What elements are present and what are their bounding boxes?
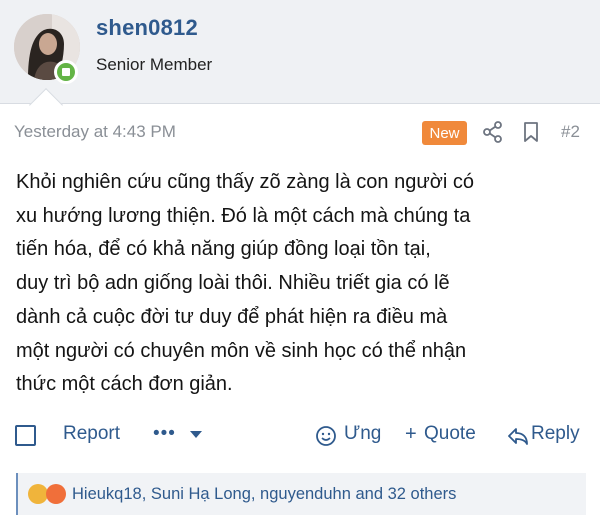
post-line: một người có chuyên môn về sinh học có t…	[16, 339, 467, 362]
post-timestamp[interactable]: Yesterday at 4:43 PM	[14, 122, 176, 142]
post-line: duy trì bộ adn giống loài thôi. Nhiều tr…	[16, 272, 450, 295]
reactions-summary[interactable]: Hieukq18, Suni Hạ Long, nguyenduhn and 3…	[72, 485, 456, 504]
post-line: xu hướng lương thiện. Đó là một cách mà …	[16, 204, 471, 227]
reaction-emoji-icon	[28, 484, 48, 504]
reply-icon[interactable]	[507, 426, 529, 451]
post-line: Khỏi nghiên cứu cũng thấy zõ zàng là con…	[16, 171, 474, 193]
share-icon[interactable]	[483, 121, 503, 148]
post-body: Khỏi nghiên cứu cũng thấy zõ zàng là con…	[16, 166, 590, 402]
user-title: Senior Member	[96, 55, 213, 74]
online-status-icon	[54, 60, 78, 84]
more-options-button[interactable]: •••	[153, 423, 176, 445]
username-link[interactable]: shen0812	[96, 15, 198, 41]
new-badge: New	[422, 121, 467, 145]
reactions-bar[interactable]: Hieukq18, Suni Hạ Long, nguyenduhn and 3…	[16, 473, 586, 515]
quote-plus-icon[interactable]: +	[405, 423, 417, 446]
post-line: tiến hóa, để có khả năng giúp đồng loại …	[16, 238, 431, 261]
bookmark-icon[interactable]	[522, 121, 540, 148]
reaction-emoji-icon	[46, 484, 66, 504]
select-checkbox[interactable]	[15, 425, 36, 446]
post-author-header: shen0812 Senior Member	[0, 0, 600, 104]
react-icon[interactable]	[315, 425, 337, 452]
report-button[interactable]: Report	[63, 423, 120, 445]
post-actions-bar: Report ••• Ưng + Quote Reply	[0, 418, 600, 452]
quote-button[interactable]: Quote	[424, 423, 476, 445]
chevron-down-icon[interactable]	[190, 431, 202, 438]
post-number-link[interactable]: #2	[561, 122, 580, 142]
react-button[interactable]: Ưng	[344, 423, 381, 445]
post-line: thức một cách đơn giản.	[16, 373, 233, 396]
reply-button[interactable]: Reply	[531, 423, 580, 445]
post-line: dành cả cuộc đời tư duy để phát hiện ra …	[16, 305, 448, 328]
